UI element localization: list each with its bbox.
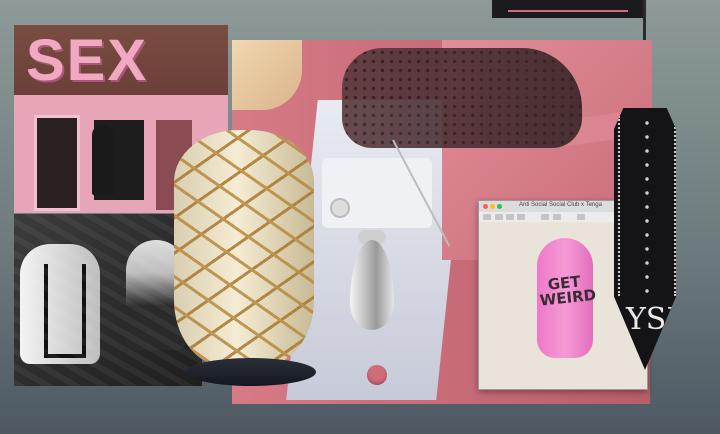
rope-binding — [174, 130, 314, 366]
top-dark-strip — [492, 0, 644, 18]
zoom-in-icon[interactable] — [506, 214, 514, 220]
person-silhouette — [92, 125, 114, 195]
shirt-cuff — [322, 158, 432, 228]
edit-icon[interactable] — [577, 214, 585, 220]
markup-icon[interactable] — [541, 214, 549, 220]
close-icon[interactable] — [483, 204, 488, 209]
paddle-studs — [618, 116, 676, 296]
browser-title: Anti Social Social Club x Tenga — [519, 202, 602, 208]
maximize-icon[interactable] — [497, 204, 502, 209]
sidebar-icon[interactable] — [483, 214, 491, 220]
rotate-icon[interactable] — [553, 214, 561, 220]
minimize-icon[interactable] — [490, 204, 495, 209]
pink-stripe — [508, 10, 628, 12]
store-door — [34, 115, 80, 211]
paddle-logo: YSL — [626, 302, 687, 337]
glove-icon — [342, 48, 582, 148]
toy-label: GET WEIRD — [538, 272, 597, 310]
blonde-hair — [232, 40, 302, 110]
store-sign: SEX — [26, 28, 149, 93]
suit-button — [367, 365, 387, 385]
share-icon[interactable] — [517, 214, 525, 220]
sculpture-base — [186, 358, 316, 386]
rope-torso-sculpture — [174, 130, 314, 366]
zoom-out-icon[interactable] — [495, 214, 503, 220]
cufflink-icon — [332, 200, 348, 216]
